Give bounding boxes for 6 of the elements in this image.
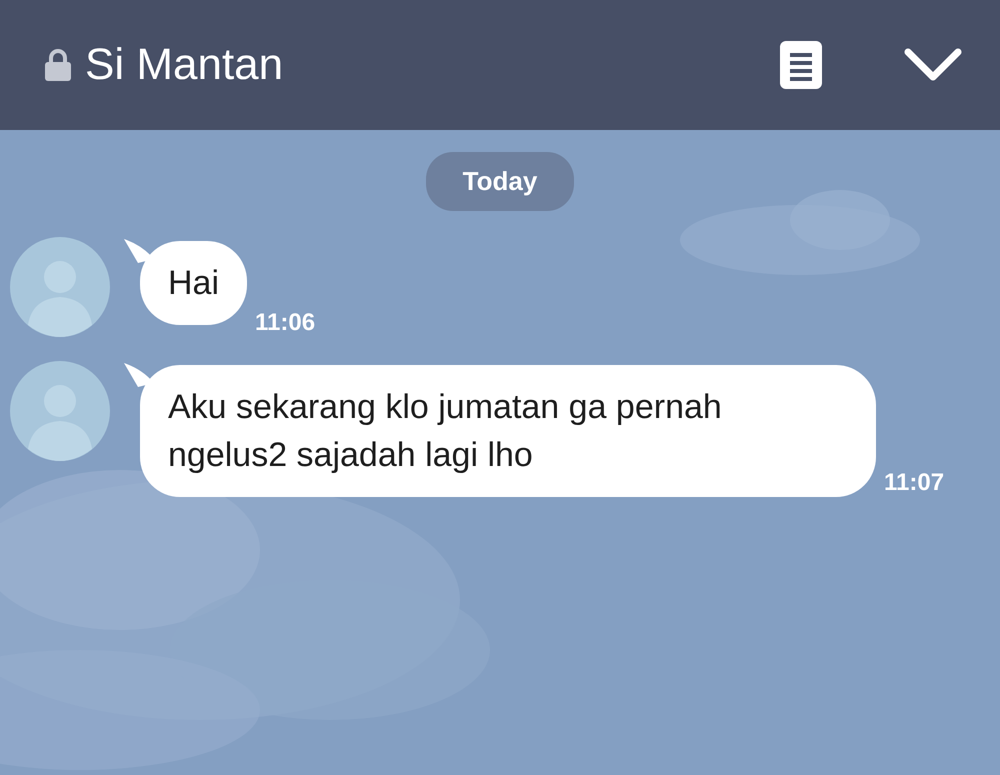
date-divider: Today: [426, 152, 574, 211]
message-time: 11:07: [884, 468, 944, 498]
chevron-down-icon[interactable]: [904, 48, 962, 82]
chat-title: Si Mantan: [85, 39, 284, 91]
message-time: 11:06: [255, 308, 316, 338]
note-icon[interactable]: [780, 41, 822, 89]
